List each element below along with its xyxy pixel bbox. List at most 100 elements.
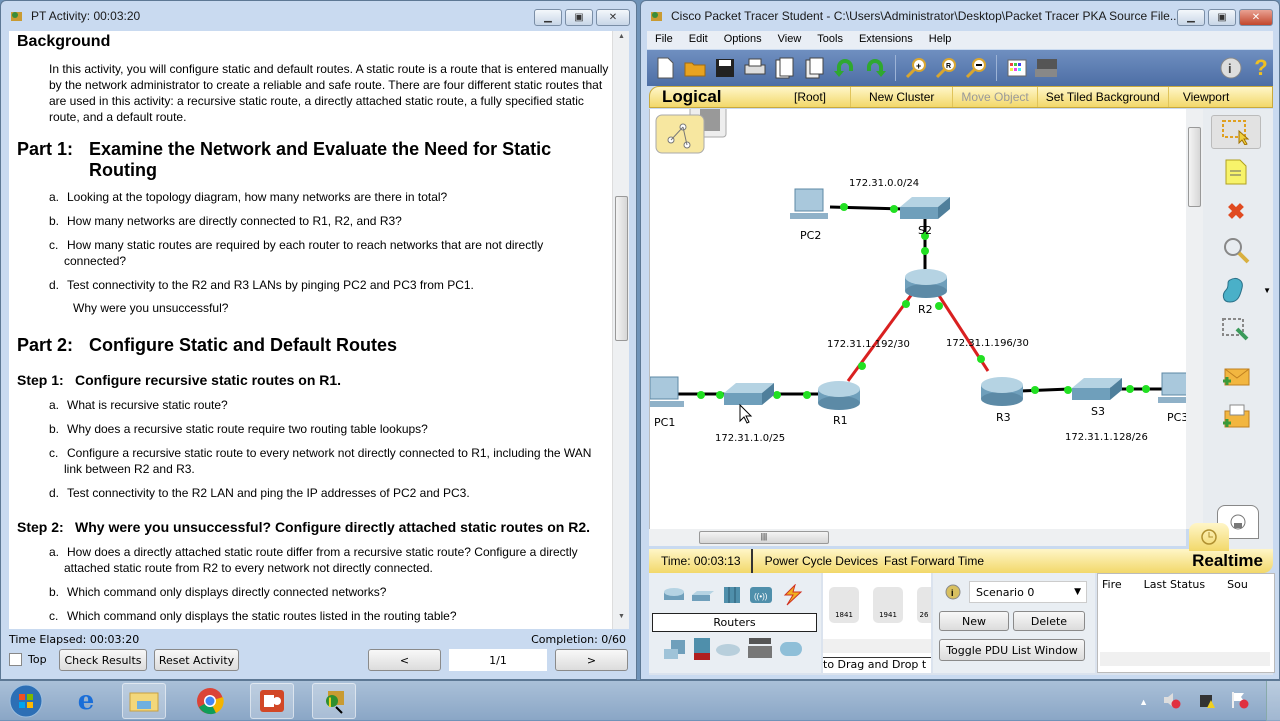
scenario-select[interactable]: Scenario 0 ▼ (969, 581, 1087, 603)
add-simple-pdu-icon[interactable] (1211, 361, 1261, 395)
fast-forward-time-button[interactable]: Fast Forward Time (878, 554, 984, 568)
scroll-thumb[interactable] (615, 196, 628, 341)
instructions-pane[interactable]: Background In this activity, you will co… (9, 31, 629, 629)
pc1-device[interactable] (650, 376, 684, 407)
device-model-1841[interactable]: 1841 (829, 587, 859, 623)
pt-titlebar[interactable]: Cisco Packet Tracer Student - C:\Users\A… (641, 1, 1279, 31)
scroll-up-icon[interactable]: ▲ (613, 33, 629, 47)
wan-emulation-category-icon[interactable] (715, 643, 741, 662)
show-hidden-icons-icon[interactable]: ▲ (1139, 697, 1148, 707)
activity-wizard-icon[interactable] (773, 56, 797, 80)
new-file-icon[interactable] (653, 56, 677, 80)
connections-category-icon[interactable] (781, 583, 803, 611)
reset-activity-button[interactable]: Reset Activity (154, 649, 239, 671)
activity-titlebar[interactable]: PT Activity: 00:03:20 ▁ ▣ ✕ (1, 1, 636, 31)
link-r3-s3[interactable] (1019, 387, 1071, 393)
s2-device[interactable] (900, 197, 950, 219)
show-desktop-button[interactable] (1266, 681, 1280, 721)
open-folder-icon[interactable] (683, 56, 707, 80)
s1-device[interactable] (724, 383, 774, 405)
zoom-out-icon[interactable] (964, 56, 988, 80)
new-cluster-button[interactable]: New Cluster (851, 87, 954, 107)
hubs-category-icon[interactable] (723, 586, 741, 609)
note-icon[interactable] (1211, 155, 1261, 189)
switches-category-icon[interactable] (691, 589, 715, 607)
inspect-icon[interactable] (1211, 233, 1261, 267)
powerpoint-icon[interactable] (250, 683, 294, 719)
logical-tab[interactable]: Logical (650, 87, 770, 107)
file-explorer-icon[interactable] (122, 683, 166, 719)
add-complex-pdu-icon[interactable] (1211, 399, 1261, 433)
power-cycle-devices-button[interactable]: Power Cycle Devices (753, 554, 878, 568)
scroll-down-icon[interactable]: ▼ (613, 613, 629, 627)
root-button[interactable]: [Root] (770, 87, 852, 107)
delete-icon[interactable]: ✖ (1211, 195, 1261, 229)
top-checkbox[interactable]: Top (9, 653, 47, 666)
canvas-horizontal-scrollbar[interactable]: ||| (649, 529, 1186, 546)
print-icon[interactable] (743, 56, 767, 80)
chevron-down-icon[interactable]: ▼ (1263, 286, 1271, 295)
draw-shape-icon[interactable]: ▼ (1211, 273, 1271, 307)
r2-device[interactable] (905, 269, 947, 298)
help-icon[interactable]: ? (1249, 55, 1273, 80)
cluster-navigation-icon[interactable] (655, 109, 727, 154)
pc3-device[interactable] (1158, 372, 1186, 403)
close-button[interactable]: ✕ (596, 9, 630, 26)
menu-tools[interactable]: Tools (809, 31, 851, 49)
pdu-list-scrollbar[interactable] (1100, 652, 1270, 666)
menu-edit[interactable]: Edit (681, 31, 716, 49)
instructions-scrollbar[interactable]: ▲ ▼ (612, 31, 629, 629)
routers-category-icon[interactable] (663, 587, 685, 608)
pc2-device[interactable] (790, 188, 828, 219)
security-category-icon[interactable] (693, 637, 711, 666)
custom-device-icon[interactable] (803, 56, 827, 80)
set-tiled-background-button[interactable]: Set Tiled Background (1038, 87, 1169, 107)
menu-options[interactable]: Options (716, 31, 770, 49)
s3-device[interactable] (1072, 378, 1122, 400)
link-r2-r1[interactable] (846, 293, 914, 382)
undo-icon[interactable] (833, 56, 857, 80)
device-model-1941[interactable]: 1941 (873, 587, 903, 623)
column-header[interactable]: Sou (1227, 578, 1248, 591)
next-page-button[interactable]: > (555, 649, 628, 671)
save-icon[interactable] (713, 56, 737, 80)
minimize-button[interactable]: ▁ (534, 9, 562, 26)
delete-scenario-button[interactable]: Delete (1013, 611, 1085, 631)
menu-help[interactable]: Help (921, 31, 960, 49)
zoom-in-icon[interactable]: + (904, 56, 928, 80)
internet-explorer-icon[interactable]: e (64, 683, 108, 719)
volume-muted-icon[interactable] (1162, 691, 1182, 712)
device-list-scrollbar[interactable] (823, 639, 931, 653)
select-icon[interactable] (1211, 115, 1261, 149)
scenario-info-icon[interactable]: i (945, 584, 961, 603)
menu-view[interactable]: View (770, 31, 810, 49)
menu-file[interactable]: File (647, 31, 681, 49)
menu-extensions[interactable]: Extensions (851, 31, 921, 49)
toggle-pdu-list-button[interactable]: Toggle PDU List Window (939, 639, 1085, 661)
custom-devices-category-icon[interactable] (747, 637, 773, 666)
packet-tracer-icon[interactable]: I (312, 683, 356, 719)
prev-page-button[interactable]: < (368, 649, 441, 671)
checkbox-box[interactable] (9, 653, 22, 666)
end-devices-category-icon[interactable] (663, 639, 687, 666)
realtime-clock-icon[interactable] (1189, 523, 1229, 551)
realtime-mode-label[interactable]: Realtime (1192, 551, 1263, 571)
r1-device[interactable] (818, 381, 860, 410)
column-header[interactable]: Last Status (1144, 578, 1205, 591)
wireless-category-icon[interactable]: ((•)) (749, 586, 773, 609)
start-orb-icon[interactable] (4, 683, 48, 719)
redo-icon[interactable] (863, 56, 887, 80)
scroll-thumb[interactable]: ||| (699, 531, 829, 544)
zoom-reset-icon[interactable]: R (934, 56, 958, 80)
new-scenario-button[interactable]: New (939, 611, 1009, 631)
move-object-button[interactable]: Move Object (953, 87, 1038, 107)
check-results-button[interactable]: Check Results (59, 649, 147, 671)
canvas-vertical-scrollbar[interactable] (1186, 109, 1203, 529)
r3-device[interactable] (981, 377, 1023, 406)
resize-icon[interactable] (1211, 313, 1261, 347)
minimize-button[interactable]: ▁ (1177, 9, 1205, 26)
device-dialog-icon[interactable] (1035, 56, 1059, 80)
column-header[interactable]: Fire (1102, 578, 1122, 591)
logical-workspace-canvas[interactable]: PC2 S2 R2 PC1 R1 R3 S3 PC3 172.31.0.0/24… (649, 109, 1186, 544)
palette-icon[interactable] (1005, 56, 1029, 80)
